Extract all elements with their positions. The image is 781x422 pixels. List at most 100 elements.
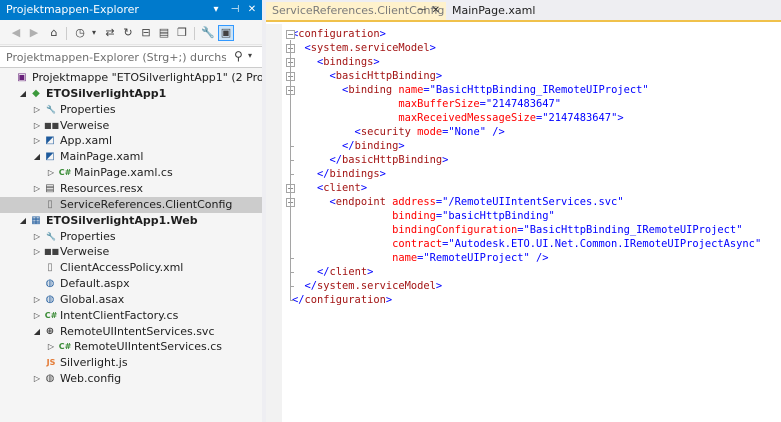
tree-item[interactable]: ▷ ▤ Resources.resx xyxy=(0,181,262,197)
code-token: > xyxy=(442,154,449,166)
code-line: </configuration> xyxy=(292,293,392,307)
tab-mainpage-xaml[interactable]: MainPage.xaml xyxy=(446,2,541,20)
tab-service-references-clientconfig[interactable]: ServiceReferences.ClientConfig ⊣ ✕ xyxy=(266,2,446,20)
expand-arrow-icon[interactable]: ▷ xyxy=(32,308,42,324)
search-icon[interactable]: ⚲ xyxy=(234,49,243,63)
window-position-dropdown-icon[interactable]: ▾ xyxy=(210,2,222,17)
code-token: > xyxy=(435,280,443,292)
code-token: =" xyxy=(479,98,493,110)
tree-item-label: Verweise xyxy=(60,118,110,132)
solution-explorer-search-input[interactable] xyxy=(6,50,226,65)
collapse-all-icon[interactable]: ⊟ xyxy=(138,25,154,41)
code-token: system.serviceModel xyxy=(317,280,436,292)
code-token: =" xyxy=(517,224,530,236)
code-token: endpoint xyxy=(335,196,386,208)
tree-item[interactable]: ▷ ◍ Global.asax xyxy=(0,292,262,308)
expand-arrow-icon[interactable]: ▷ xyxy=(32,244,42,260)
tree-item[interactable]: ◍ Default.aspx xyxy=(0,276,262,292)
tree-item[interactable]: ▷ ◍ Web.config xyxy=(0,371,262,387)
outline-end-tick xyxy=(290,146,294,147)
tree-item[interactable]: ◢ ⊕ RemoteUIIntentServices.svc xyxy=(0,324,262,340)
aspx-file-icon: ◍ xyxy=(45,278,55,290)
code-token: </ xyxy=(292,280,318,292)
home-icon[interactable]: ⌂ xyxy=(46,25,62,41)
expand-arrow-icon[interactable]: ▷ xyxy=(32,133,42,149)
expand-arrow-icon[interactable]: ▷ xyxy=(32,229,42,245)
tree-item[interactable]: ▯ ClientAccessPolicy.xml xyxy=(0,260,262,276)
code-token: < xyxy=(292,126,361,138)
copy-view-icon[interactable]: ❐ xyxy=(174,25,190,41)
search-options-dropdown-icon[interactable]: ▾ xyxy=(248,51,252,60)
pin-tab-icon[interactable]: ⊣ xyxy=(417,2,426,20)
tree-item[interactable]: ▷ C# MainPage.xaml.cs xyxy=(0,165,262,181)
code-line: maxReceivedMessageSize="2147483647"> xyxy=(292,111,623,125)
outline-end-tick xyxy=(290,300,294,301)
service-file-icon: ⊕ xyxy=(45,325,55,337)
code-token: maxReceivedMessageSize xyxy=(292,112,536,124)
code-line: bindingConfiguration="BasicHttpBinding_I… xyxy=(292,223,742,237)
tab-label: MainPage.xaml xyxy=(452,4,536,17)
expand-arrow-icon[interactable]: ◢ xyxy=(18,86,28,102)
code-token: bindings xyxy=(323,56,374,68)
code-token: > xyxy=(385,294,393,306)
expand-arrow-icon[interactable]: ▷ xyxy=(32,102,42,118)
collapse-region-icon[interactable]: − xyxy=(286,30,295,39)
code-token: " xyxy=(642,84,649,96)
code-line: </bindings> xyxy=(292,167,386,181)
expand-arrow-icon[interactable]: ▷ xyxy=(32,371,42,387)
expand-arrow-icon[interactable]: ◢ xyxy=(32,324,42,340)
tree-item[interactable]: ▷ ■■ Verweise xyxy=(0,118,262,134)
expand-arrow-icon[interactable]: ▷ xyxy=(46,339,56,355)
show-all-files-icon[interactable]: ▤ xyxy=(156,25,172,41)
code-token: basicHttpBinding xyxy=(448,210,549,222)
code-token: > xyxy=(379,28,386,40)
expand-arrow-icon[interactable]: ◢ xyxy=(18,213,28,229)
xml-file-icon: ▯ xyxy=(47,262,53,274)
code-token: binding xyxy=(292,210,436,222)
close-panel-icon[interactable]: ✕ xyxy=(246,2,258,17)
tree-item[interactable]: ▷ ◩ App.xaml xyxy=(0,133,262,149)
tree-item[interactable]: JS Silverlight.js xyxy=(0,355,262,371)
code-token: =" xyxy=(442,126,455,138)
code-token: " /> xyxy=(479,126,505,138)
preview-selected-items-icon[interactable]: ▣ xyxy=(218,25,234,41)
code-token: binding xyxy=(354,140,399,152)
code-token: client xyxy=(329,266,368,278)
filter-dropdown-icon[interactable]: ▾ xyxy=(86,25,102,41)
sync-with-active-document-icon[interactable]: ⇄ xyxy=(102,25,118,41)
tree-item[interactable]: ▣ Projektmappe "ETOSilverlightApp1" (2 Pr… xyxy=(0,70,295,86)
tree-item[interactable]: ▯ ServiceReferences.ClientConfig xyxy=(0,196,262,213)
tree-item[interactable]: ◢ ◩ MainPage.xaml xyxy=(0,149,262,165)
references-icon: ■■ xyxy=(44,120,60,130)
tree-item[interactable]: ▷ 🔧 Properties xyxy=(0,102,262,118)
expand-arrow-icon[interactable]: ◢ xyxy=(32,149,42,165)
tree-item[interactable]: ▷ 🔧 Properties xyxy=(0,229,262,245)
xaml-file-icon: ◩ xyxy=(45,151,55,163)
tree-item[interactable]: ▷ ■■ Verweise xyxy=(0,244,262,260)
expand-arrow-icon[interactable]: ▷ xyxy=(32,292,42,308)
solution-explorer-search: ⚲ ▾ xyxy=(0,46,262,68)
tree-item[interactable]: ◢ ◆ ETOSilverlightApp1 xyxy=(0,86,262,102)
code-token: configuration xyxy=(298,28,380,40)
tree-item-label: Silverlight.js xyxy=(60,356,128,370)
code-token: bindingConfiguration xyxy=(292,224,518,236)
expand-arrow-icon[interactable]: ▷ xyxy=(32,118,42,134)
tree-item[interactable]: ▷ C# RemoteUIIntentServices.cs xyxy=(0,339,262,355)
auto-hide-pin-icon[interactable]: ⊣ xyxy=(229,2,241,17)
code-token: BasicHttpBinding_IRemoteUIProject xyxy=(435,84,643,96)
close-tab-icon[interactable]: ✕ xyxy=(432,2,440,20)
tree-item-label: Global.asax xyxy=(60,292,125,306)
expand-arrow-icon[interactable]: ▷ xyxy=(46,165,56,181)
code-token: basicHttpBinding xyxy=(335,70,436,82)
code-line: name="RemoteUIProject" /> xyxy=(292,251,548,265)
tree-item[interactable]: ▷ C# IntentClientFactory.cs xyxy=(0,308,262,324)
tree-item[interactable]: ◢ ▦ ETOSilverlightApp1.Web xyxy=(0,213,262,229)
code-token: =" xyxy=(423,84,436,96)
properties-wrench-icon[interactable]: 🔧 xyxy=(200,25,216,41)
expand-arrow-icon[interactable]: ▷ xyxy=(32,181,42,197)
code-editor[interactable]: <configuration> <system.serviceModel> <b… xyxy=(282,24,781,422)
back-icon[interactable]: ◀ xyxy=(8,25,24,41)
code-line: <client> xyxy=(292,181,367,195)
refresh-icon[interactable]: ↻ xyxy=(120,25,136,41)
forward-icon[interactable]: ▶ xyxy=(26,25,42,41)
